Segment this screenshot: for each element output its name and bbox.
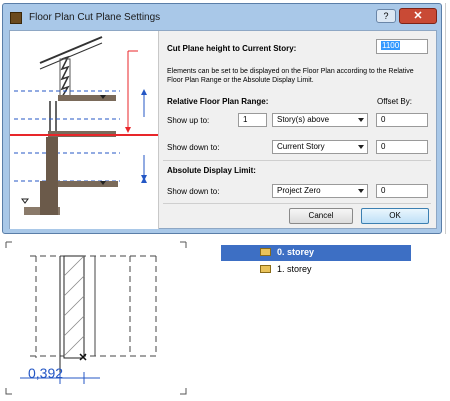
cut-plane-illustration — [10, 31, 159, 229]
show-up-count-input[interactable]: 1 — [238, 113, 267, 127]
abs-show-down-select-value: Project Zero — [277, 186, 321, 195]
tree-item-label: 0. storey — [277, 247, 315, 257]
show-down-select[interactable]: Current Story — [272, 140, 368, 154]
chevron-down-icon — [358, 118, 364, 122]
show-up-label: Show up to: — [167, 116, 210, 125]
show-up-offset-input[interactable]: 0 — [376, 113, 428, 127]
dialog-title: Floor Plan Cut Plane Settings — [29, 12, 161, 23]
relative-range-heading: Relative Floor Plan Range: — [167, 97, 269, 106]
show-up-select[interactable]: Story(s) above — [272, 113, 368, 127]
description-text: Elements can be set to be displayed on t… — [167, 68, 414, 84]
chevron-down-icon — [358, 145, 364, 149]
show-down-label: Show down to: — [167, 143, 220, 152]
cut-plane-height-input[interactable]: 1100 — [376, 39, 428, 54]
abs-show-down-label: Show down to: — [167, 187, 220, 196]
chevron-down-icon — [358, 189, 364, 193]
dialog-client-area: Cut Plane height to Current Story: 1100 … — [9, 30, 437, 229]
cancel-button[interactable]: Cancel — [289, 208, 353, 224]
show-down-offset-input[interactable]: 0 — [376, 140, 428, 154]
cut-plane-settings-dialog: Floor Plan Cut Plane Settings ? ✕ Cut Pl… — [2, 3, 442, 234]
story-tree: 0. storey 1. storey — [221, 245, 411, 279]
cut-plane-height-value: 1100 — [381, 41, 401, 50]
offset-by-heading: Offset By: — [377, 97, 412, 106]
folder-icon — [260, 265, 271, 273]
folder-icon — [260, 248, 271, 256]
abs-show-down-offset-input[interactable]: 0 — [376, 184, 428, 198]
divider — [163, 160, 431, 161]
close-button[interactable]: ✕ — [399, 8, 437, 24]
dimension-label[interactable]: 0,392 — [28, 365, 63, 381]
absolute-limit-heading: Absolute Display Limit: — [167, 166, 256, 175]
dialog-titlebar[interactable]: Floor Plan Cut Plane Settings ? ✕ — [3, 4, 441, 30]
cut-plane-heading: Cut Plane height to Current Story: — [167, 44, 297, 53]
show-down-select-value: Current Story — [277, 142, 325, 151]
tree-item-1-storey[interactable]: 1. storey — [221, 262, 411, 278]
help-button[interactable]: ? — [376, 9, 396, 23]
app-icon — [10, 12, 22, 24]
abs-show-down-select[interactable]: Project Zero — [272, 184, 368, 198]
tree-item-0-storey[interactable]: 0. storey — [221, 245, 411, 261]
divider — [163, 203, 431, 204]
show-up-select-value: Story(s) above — [277, 115, 330, 124]
section-diagram-icon — [10, 36, 158, 215]
tree-item-label: 1. storey — [277, 264, 312, 274]
ok-button[interactable]: OK — [361, 208, 429, 224]
divider — [445, 3, 446, 234]
